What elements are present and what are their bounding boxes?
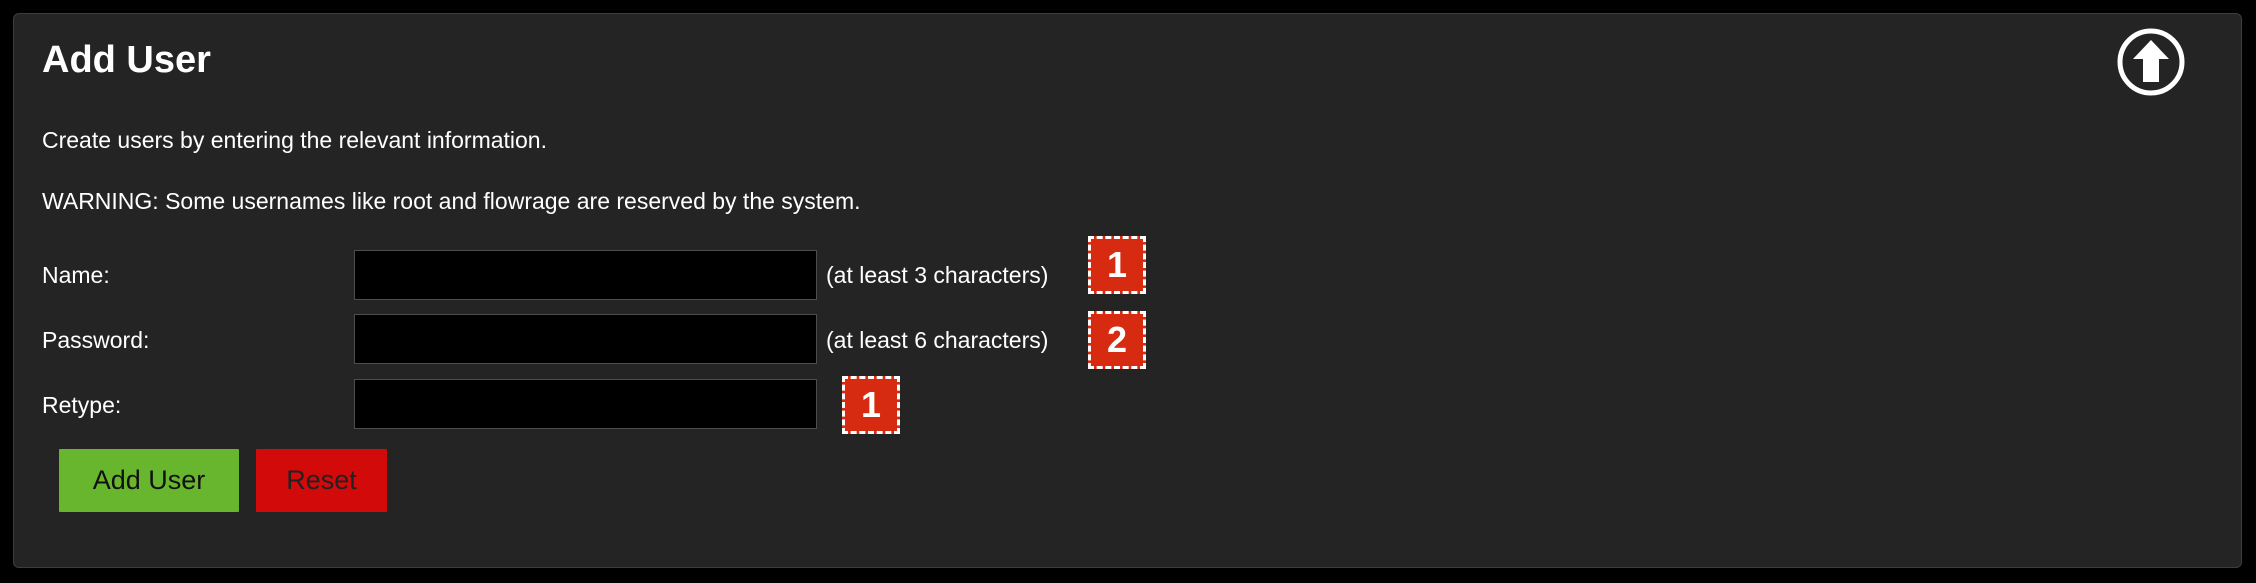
reset-button[interactable]: Reset [256, 449, 387, 512]
description-text: Create users by entering the relevant in… [42, 127, 547, 153]
name-input[interactable] [354, 250, 817, 300]
annotation-badge-password: 2 [1088, 311, 1146, 369]
add-user-button[interactable]: Add User [59, 449, 239, 512]
arrow-up-circle-icon[interactable] [2115, 26, 2187, 98]
retype-label: Retype: [42, 392, 122, 418]
password-label: Password: [42, 327, 150, 353]
name-label: Name: [42, 262, 110, 288]
warning-text: WARNING: Some usernames like root and fl… [42, 188, 861, 214]
password-input[interactable] [354, 314, 817, 364]
name-hint: (at least 3 characters) [826, 262, 1049, 288]
panel-title: Add User [42, 39, 211, 81]
password-hint: (at least 6 characters) [826, 327, 1049, 353]
annotation-badge-retype: 1 [842, 376, 900, 434]
retype-input[interactable] [354, 379, 817, 429]
annotation-badge-name: 1 [1088, 236, 1146, 294]
